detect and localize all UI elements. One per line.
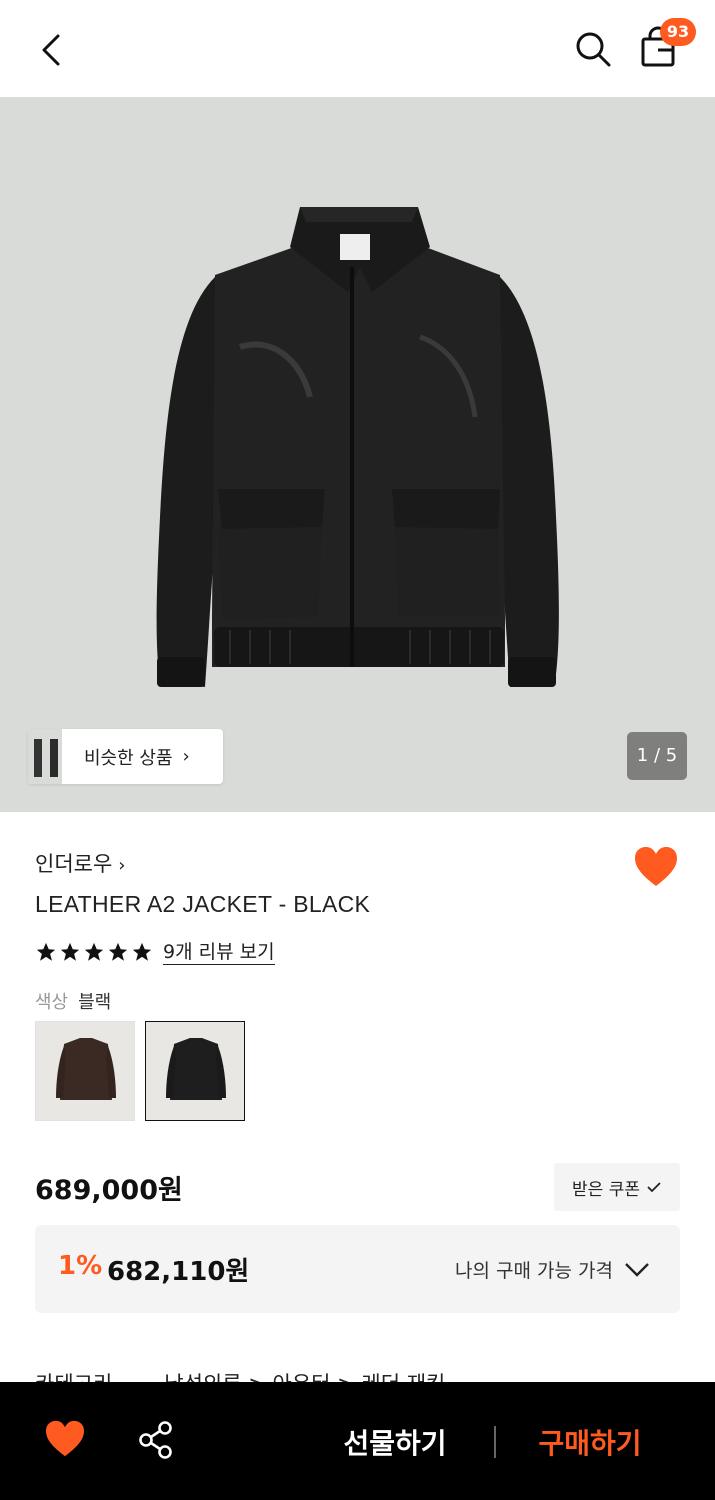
buy-button[interactable]: 구매하기 bbox=[500, 1422, 680, 1462]
search-icon bbox=[576, 32, 611, 67]
heart-icon bbox=[46, 1420, 84, 1457]
top-header: 93 bbox=[0, 0, 715, 97]
color-row: 색상 블랙 bbox=[35, 988, 111, 1014]
review-link[interactable]: 9개 리뷰 보기 bbox=[163, 940, 275, 965]
product-price: 689,000원 bbox=[35, 1175, 183, 1206]
check-icon bbox=[647, 1182, 661, 1193]
brown-jacket-thumbnail bbox=[36, 1022, 134, 1120]
similar-products-button[interactable]: 비슷한 상품 › bbox=[28, 729, 223, 784]
star-icon bbox=[132, 942, 152, 961]
like-button[interactable] bbox=[44, 1420, 86, 1458]
brand-link[interactable]: 인더로우 › bbox=[35, 848, 125, 878]
color-key: 색상 bbox=[35, 992, 69, 1013]
search-button[interactable] bbox=[570, 26, 616, 72]
discount-rate: 1% bbox=[58, 1251, 103, 1281]
color-swatch-black[interactable] bbox=[145, 1021, 245, 1121]
coupon-label: 받은 쿠폰 bbox=[572, 1179, 640, 1200]
star-rating bbox=[35, 941, 153, 963]
leather-jacket-image bbox=[0, 97, 715, 812]
button-divider bbox=[494, 1426, 496, 1458]
my-price-box[interactable]: 1% 682,110원 나의 구매 가능 가격 bbox=[35, 1225, 680, 1313]
my-price-label: 나의 구매 가능 가격 bbox=[455, 1260, 613, 1282]
image-page-indicator: 1 / 5 bbox=[627, 732, 687, 780]
heart-icon bbox=[635, 847, 677, 886]
chevron-right-icon: › bbox=[118, 855, 126, 876]
brand-name: 인더로우 bbox=[35, 852, 113, 876]
star-icon bbox=[108, 942, 128, 961]
chevron-right-icon: › bbox=[182, 746, 190, 767]
star-icon bbox=[36, 942, 56, 961]
cart-count-badge: 93 bbox=[660, 18, 696, 46]
chevron-left-icon bbox=[42, 34, 60, 66]
share-icon bbox=[139, 1421, 172, 1459]
product-title: LEATHER A2 JACKET - BLACK bbox=[35, 891, 371, 917]
color-value: 블랙 bbox=[78, 992, 112, 1013]
similar-product-thumbnail bbox=[28, 729, 68, 784]
share-button[interactable] bbox=[137, 1420, 175, 1460]
discount-price: 682,110원 bbox=[107, 1257, 250, 1287]
gift-button[interactable]: 선물하기 bbox=[300, 1422, 490, 1462]
rating-row: 9개 리뷰 보기 bbox=[35, 937, 275, 967]
chevron-down-icon bbox=[625, 1263, 649, 1277]
black-jacket-thumbnail bbox=[146, 1022, 244, 1120]
color-swatch-brown[interactable] bbox=[35, 1021, 135, 1121]
star-icon bbox=[60, 942, 80, 961]
similar-products-label: 비슷한 상품 bbox=[84, 747, 173, 769]
favorite-button[interactable] bbox=[633, 846, 679, 888]
back-button[interactable] bbox=[30, 28, 74, 72]
bottom-action-bar: 선물하기 구매하기 bbox=[0, 1382, 715, 1500]
star-icon bbox=[84, 942, 104, 961]
received-coupon-button[interactable]: 받은 쿠폰 bbox=[554, 1163, 680, 1211]
product-image[interactable] bbox=[0, 97, 715, 812]
